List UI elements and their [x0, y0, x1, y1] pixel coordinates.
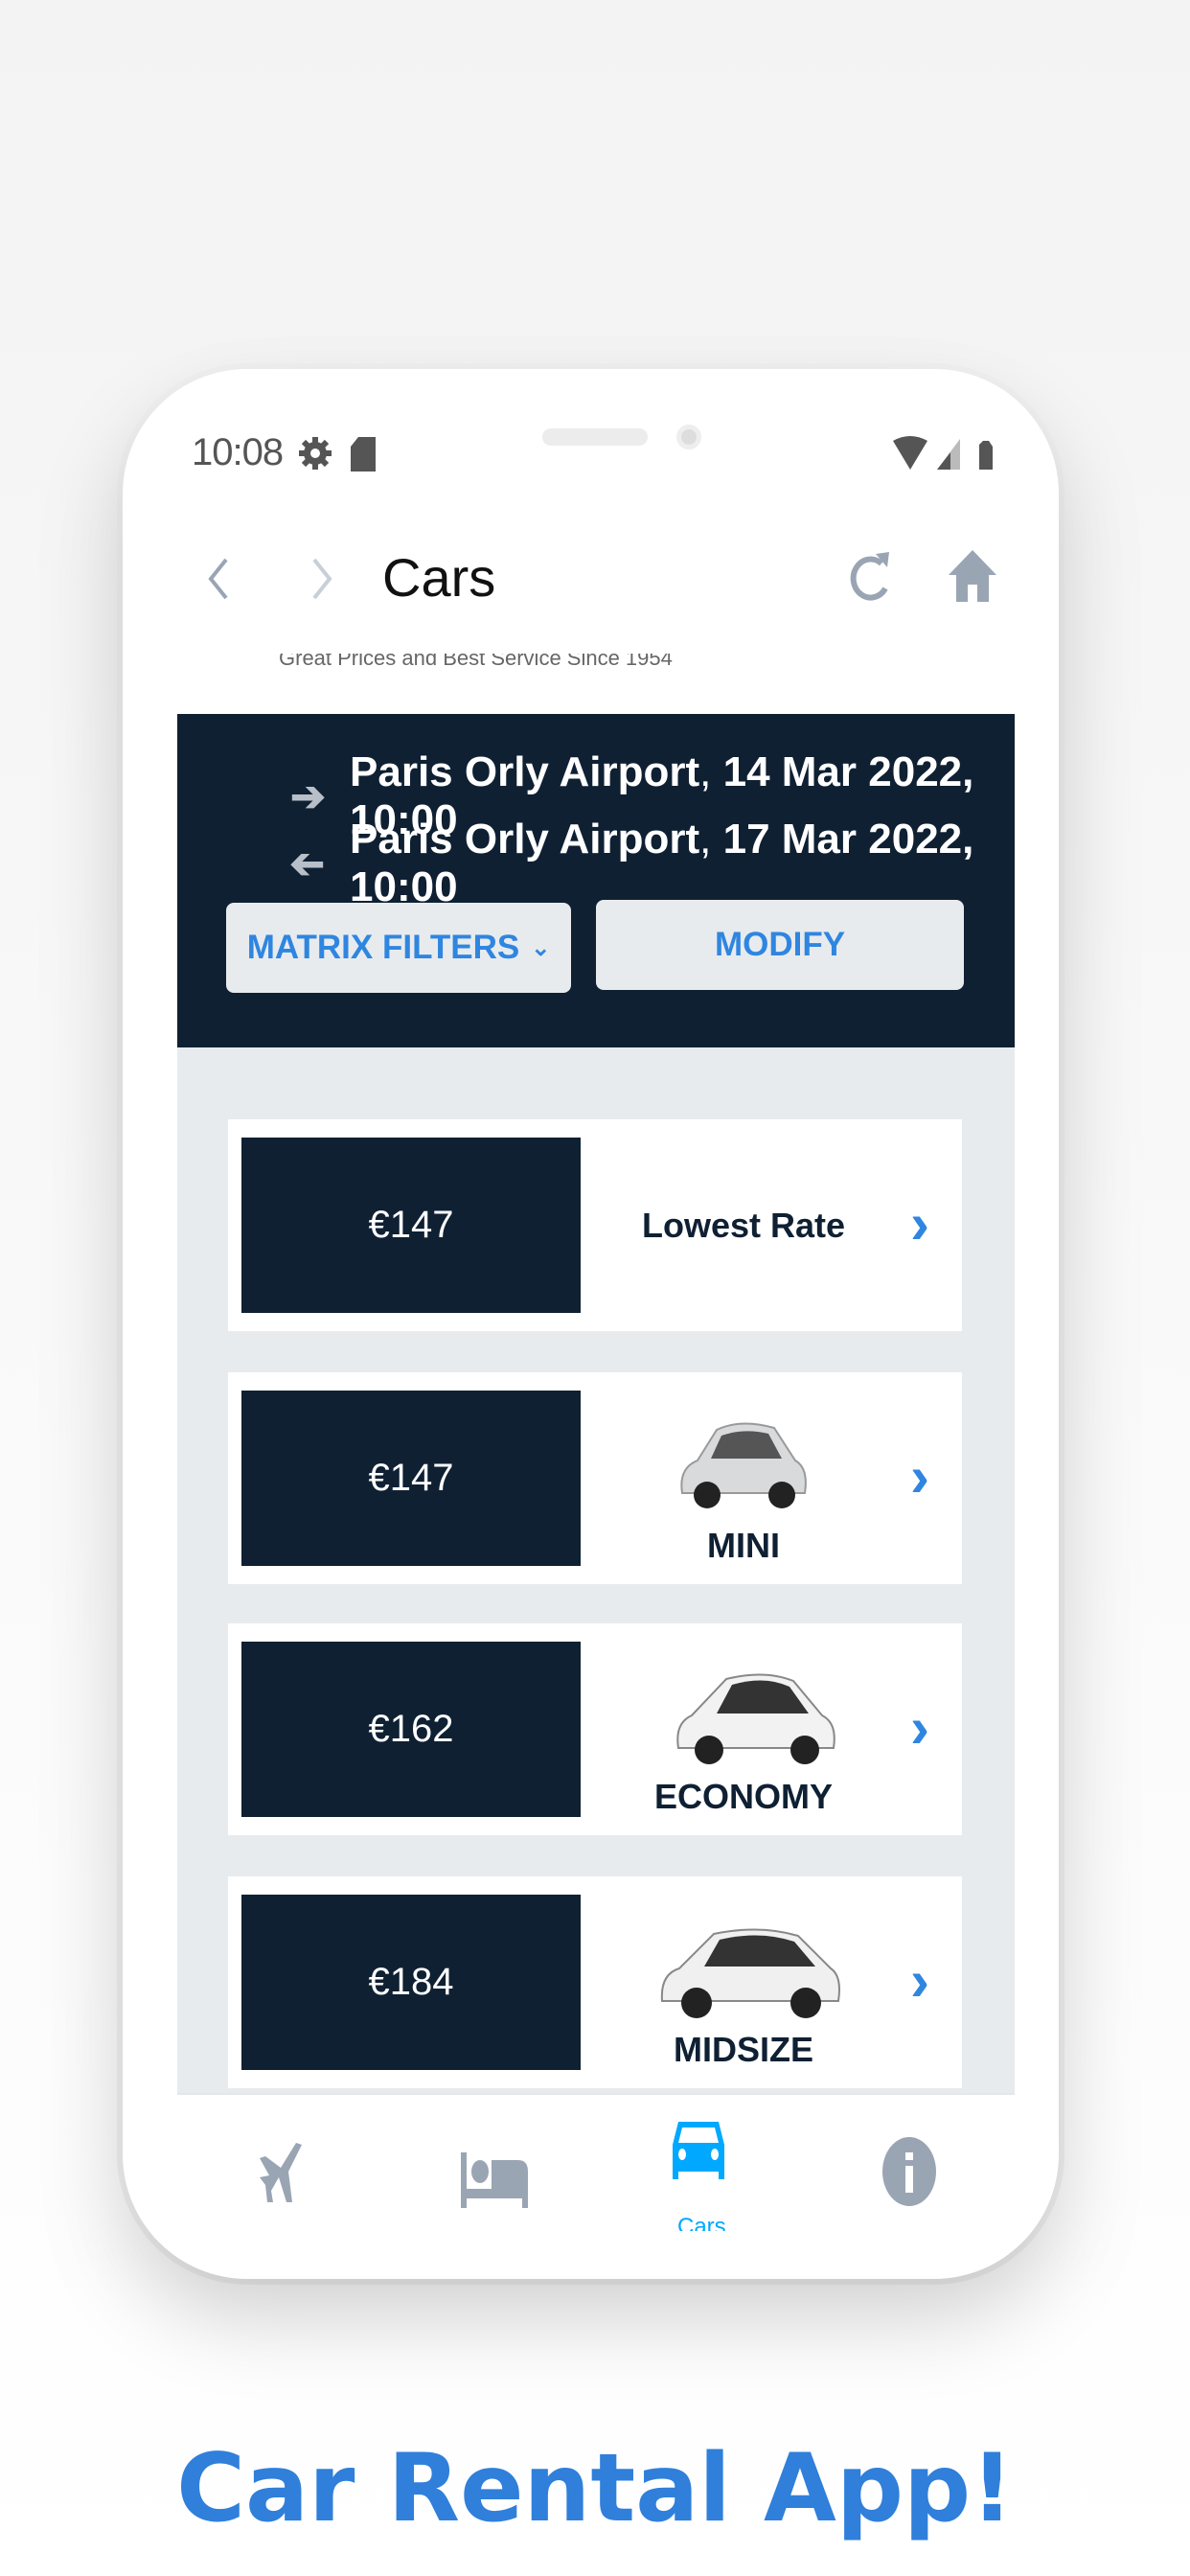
status-time: 10:08 — [192, 431, 284, 473]
home-icon[interactable] — [947, 548, 998, 604]
airplane-icon[interactable] — [258, 2143, 311, 2206]
bed-icon[interactable] — [461, 2152, 528, 2208]
status-icons-left — [299, 437, 376, 472]
result-label: MIDSIZE — [673, 2030, 813, 2069]
price: €147 — [241, 1391, 581, 1566]
result-card[interactable]: €162 ECONOMY › — [228, 1623, 962, 1835]
results-list: €147 Lowest Rate › €147 MINI › €162 ECON… — [177, 1047, 1015, 2093]
camera — [676, 425, 701, 449]
modify-button[interactable]: MODIFY — [596, 900, 964, 990]
chevron-right-icon: › — [910, 1948, 929, 2012]
page-title: Cars — [382, 547, 496, 608]
info-icon[interactable] — [881, 2135, 938, 2208]
tagline-subtitle: Great Prices and Best Service Since 1954 — [279, 654, 673, 667]
wifi-icon — [893, 436, 927, 470]
refresh-icon[interactable] — [847, 550, 895, 604]
arrow-right-icon: ➔ — [290, 772, 326, 820]
dropoff-location: Paris Orly Airport — [350, 816, 700, 862]
result-label: MINI — [707, 1526, 780, 1565]
car-image-economy — [676, 1673, 835, 1764]
search-summary: ➔ Paris Orly Airport, 14 Mar 2022, 10:00… — [177, 714, 1015, 1047]
pickup-location: Paris Orly Airport — [350, 748, 700, 795]
price: €184 — [241, 1895, 581, 2070]
chevron-right-icon[interactable] — [309, 556, 335, 602]
bottom-tab-bar: Cars — [177, 2093, 1015, 2237]
modify-label: MODIFY — [714, 926, 846, 963]
sd-card-icon — [351, 437, 376, 472]
result-label: ECONOMY — [653, 1777, 833, 1816]
price: €162 — [241, 1642, 581, 1817]
matrix-filters-label: MATRIX FILTERS — [246, 929, 520, 966]
chevron-left-icon[interactable] — [205, 556, 232, 602]
dropoff-row: ➔ Paris Orly Airport, 17 Mar 2022, 10:00 — [289, 816, 974, 910]
chevron-down-icon: ⌄ — [531, 934, 551, 961]
promo-tagline: Car Rental App! — [176, 2434, 1014, 2543]
result-card[interactable]: €147 Lowest Rate › — [228, 1119, 962, 1331]
chevron-right-icon: › — [910, 1695, 929, 1760]
matrix-filters-button[interactable]: MATRIX FILTERS ⌄ — [226, 903, 571, 993]
car-image-midsize — [660, 1928, 840, 2018]
status-icons-right — [893, 436, 993, 470]
result-label: Lowest Rate — [641, 1206, 846, 1245]
gear-icon — [299, 437, 332, 470]
car-icon[interactable] — [671, 2120, 726, 2183]
speaker — [542, 428, 648, 446]
battery-icon — [979, 441, 993, 470]
chevron-right-icon: › — [910, 1444, 929, 1508]
result-card[interactable]: €184 MIDSIZE › — [228, 1876, 962, 2088]
car-image-mini — [680, 1422, 807, 1508]
result-card[interactable]: €147 MINI › — [228, 1372, 962, 1584]
signal-icon — [937, 439, 960, 470]
chevron-right-icon: › — [910, 1191, 929, 1255]
tab-label-cars: Cars — [677, 2214, 726, 2231]
price: €147 — [241, 1138, 581, 1313]
arrow-left-icon: ➔ — [289, 840, 325, 887]
